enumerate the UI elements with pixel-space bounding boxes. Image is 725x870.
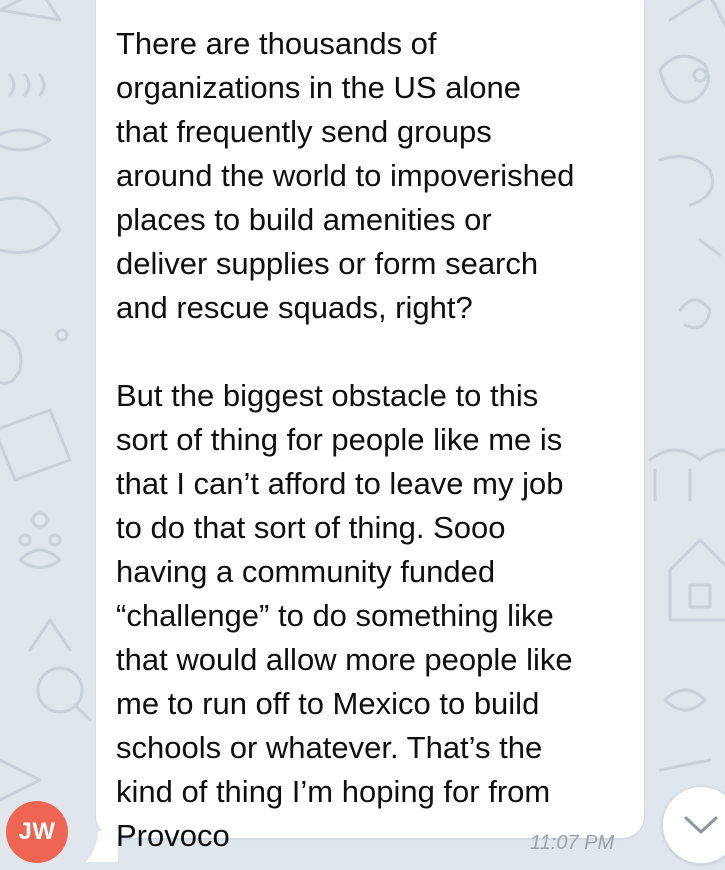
chevron-down-icon <box>684 816 718 834</box>
message-timestamp: 11:07 PM <box>530 832 615 854</box>
avatar[interactable]: JW <box>6 801 68 863</box>
message-text: There are thousands of organizations in … <box>116 26 575 853</box>
avatar-initials: JW <box>18 818 56 845</box>
bubble-tail <box>86 822 118 862</box>
